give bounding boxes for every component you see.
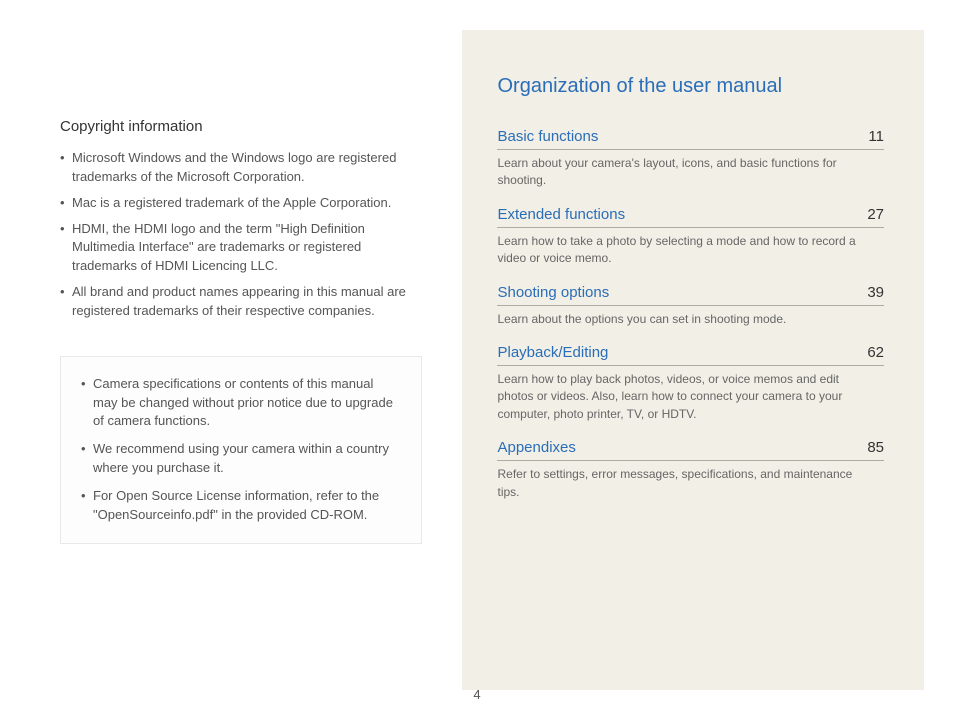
- toc-entry-shooting-options: Shooting options 39 Learn about the opti…: [497, 284, 884, 328]
- left-column: Copyright information Microsoft Windows …: [0, 0, 462, 720]
- toc-page-number: 62: [867, 344, 884, 361]
- note-bullet: For Open Source License information, ref…: [81, 487, 401, 525]
- toc-row: Shooting options 39: [497, 284, 884, 306]
- right-column: Organization of the user manual Basic fu…: [462, 30, 924, 690]
- copyright-bullet: HDMI, the HDMI logo and the term "High D…: [60, 220, 422, 277]
- toc-title[interactable]: Extended functions: [497, 206, 625, 223]
- toc-entry-basic-functions: Basic functions 11 Learn about your came…: [497, 128, 884, 190]
- copyright-bullet: Mac is a registered trademark of the App…: [60, 194, 422, 213]
- copyright-bullet: Microsoft Windows and the Windows logo a…: [60, 149, 422, 187]
- toc-description: Learn about the options you can set in s…: [497, 311, 857, 328]
- toc-entry-playback-editing: Playback/Editing 62 Learn how to play ba…: [497, 344, 884, 423]
- note-bullet: Camera specifications or contents of thi…: [81, 375, 401, 432]
- toc-entry-extended-functions: Extended functions 27 Learn how to take …: [497, 206, 884, 268]
- toc-row: Basic functions 11: [497, 128, 884, 150]
- toc-description: Learn about your camera's layout, icons,…: [497, 155, 857, 190]
- toc-row: Extended functions 27: [497, 206, 884, 228]
- toc-title[interactable]: Appendixes: [497, 439, 575, 456]
- toc-row: Playback/Editing 62: [497, 344, 884, 366]
- toc-title[interactable]: Playback/Editing: [497, 344, 608, 361]
- toc-page-number: 27: [867, 206, 884, 223]
- note-bullet-list: Camera specifications or contents of thi…: [81, 375, 401, 525]
- note-bullet: We recommend using your camera within a …: [81, 440, 401, 478]
- page-number: 4: [473, 687, 480, 702]
- document-page: Copyright information Microsoft Windows …: [0, 0, 954, 720]
- toc-title[interactable]: Basic functions: [497, 128, 598, 145]
- toc-entry-appendixes: Appendixes 85 Refer to settings, error m…: [497, 439, 884, 501]
- organization-heading: Organization of the user manual: [497, 75, 884, 98]
- toc-description: Learn how to take a photo by selecting a…: [497, 233, 857, 268]
- toc-description: Learn how to play back photos, videos, o…: [497, 371, 857, 423]
- copyright-heading: Copyright information: [60, 118, 422, 135]
- toc-page-number: 11: [868, 128, 884, 145]
- toc-page-number: 39: [867, 284, 884, 301]
- toc-row: Appendixes 85: [497, 439, 884, 461]
- toc-page-number: 85: [867, 439, 884, 456]
- toc-title[interactable]: Shooting options: [497, 284, 609, 301]
- toc-description: Refer to settings, error messages, speci…: [497, 466, 857, 501]
- copyright-bullet: All brand and product names appearing in…: [60, 283, 422, 321]
- note-box: Camera specifications or contents of thi…: [60, 356, 422, 544]
- copyright-bullet-list: Microsoft Windows and the Windows logo a…: [60, 149, 422, 321]
